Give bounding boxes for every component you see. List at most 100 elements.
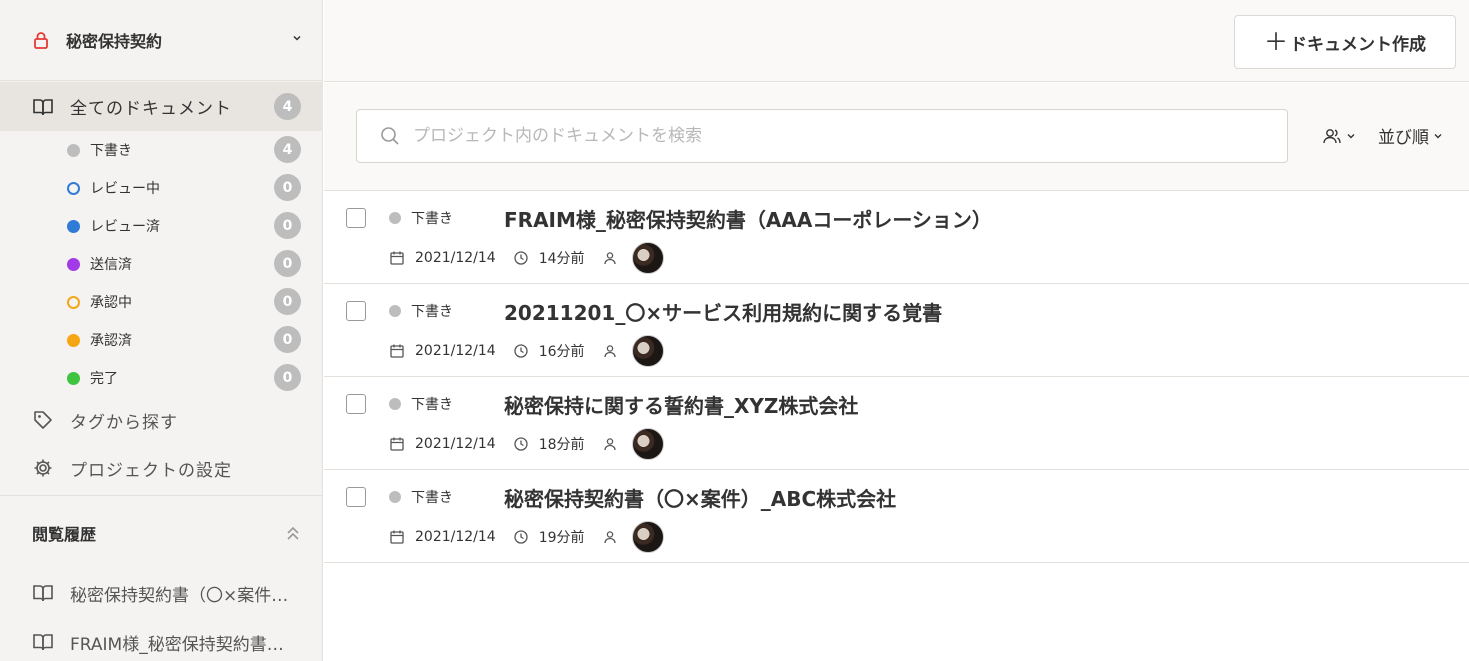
- project-name: 秘密保持契約: [66, 32, 163, 51]
- status-dot: [67, 143, 80, 157]
- book-open-icon: [33, 585, 53, 602]
- chevrons-up-icon[interactable]: [284, 524, 302, 542]
- chevron-down-icon: [1347, 134, 1355, 139]
- calendar-icon: [390, 251, 404, 265]
- book-open-icon: [33, 634, 53, 651]
- history-item-label: FRAIM様_秘密保持契約書（AAAコーポレーション）: [70, 634, 295, 655]
- lock-icon: [34, 32, 48, 49]
- sidebar-item-all-documents[interactable]: 全てのドキュメント 4: [0, 82, 323, 131]
- status-filter-approving[interactable]: 承認中 0: [0, 283, 323, 321]
- clock-icon: [514, 529, 528, 544]
- row-checkbox[interactable]: [346, 301, 366, 321]
- search-box[interactable]: [356, 109, 1288, 163]
- search-icon: [381, 127, 399, 145]
- avatar[interactable]: [631, 334, 664, 367]
- status-label: レビュー済: [90, 219, 160, 235]
- document-list: 下書き FRAIM様_秘密保持契約書（AAAコーポレーション） 2021/12/…: [324, 191, 1469, 563]
- avatar[interactable]: [631, 427, 664, 460]
- document-meta: 2021/12/14 19分前: [389, 520, 664, 553]
- document-title[interactable]: 20211201_〇×サービス利用規約に関する覚書: [504, 297, 942, 326]
- history-item[interactable]: FRAIM様_秘密保持契約書（AAAコーポレーション）: [32, 627, 302, 657]
- status-filter-approved[interactable]: 承認済 0: [0, 321, 323, 359]
- sidebar-item-label: 全てのドキュメント: [70, 99, 232, 119]
- sidebar-item-label: プロジェクトの設定: [70, 460, 232, 481]
- status-label: 送信済: [90, 257, 132, 273]
- project-selector[interactable]: 秘密保持契約: [0, 0, 323, 81]
- status-filter-sent[interactable]: 送信済 0: [0, 245, 323, 283]
- document-meta: 2021/12/14 14分前: [389, 241, 664, 274]
- users-icon: [1323, 129, 1341, 144]
- row-checkbox[interactable]: [346, 487, 366, 507]
- status-label: 下書き: [411, 211, 453, 227]
- document-row[interactable]: 下書き FRAIM様_秘密保持契約書（AAAコーポレーション） 2021/12/…: [324, 191, 1469, 284]
- user-icon: [603, 344, 616, 357]
- plus-icon: ＋: [1264, 28, 1288, 56]
- status-label: 下書き: [411, 490, 453, 506]
- document-row[interactable]: 下書き 20211201_〇×サービス利用規約に関する覚書 2021/12/14…: [324, 284, 1469, 377]
- divider: [0, 495, 323, 496]
- count-badge: 4: [274, 93, 301, 120]
- status-dot: [389, 491, 401, 503]
- member-filter-button[interactable]: [1322, 126, 1356, 146]
- create-document-label: ドキュメント作成: [1290, 34, 1426, 55]
- document-title[interactable]: 秘密保持契約書（〇×案件）_ABC株式会社: [504, 483, 896, 512]
- status-label: 完了: [90, 371, 118, 387]
- document-row[interactable]: 下書き 秘密保持に関する誓約書_XYZ株式会社 2021/12/14 18分前: [324, 377, 1469, 470]
- book-open-icon: [33, 98, 53, 115]
- document-meta: 2021/12/14 16分前: [389, 334, 664, 367]
- status-filter-reviewed[interactable]: レビュー済 0: [0, 207, 323, 245]
- tag-icon: [34, 411, 52, 429]
- count-badge: 4: [274, 136, 301, 163]
- sidebar-item-project-settings[interactable]: プロジェクトの設定: [0, 445, 323, 491]
- document-updated: 16分前: [538, 343, 585, 360]
- status-filter-draft[interactable]: 下書き 4: [0, 131, 323, 169]
- count-badge: 0: [274, 174, 301, 201]
- document-updated: 18分前: [538, 436, 585, 453]
- document-row[interactable]: 下書き 秘密保持契約書（〇×案件）_ABC株式会社 2021/12/14 19分…: [324, 470, 1469, 563]
- search-bar: 並び順: [324, 83, 1469, 191]
- sidebar-item-tags[interactable]: タグから探す: [0, 397, 323, 443]
- status-badge: 下書き: [389, 301, 453, 321]
- status-label: 承認中: [90, 295, 132, 311]
- document-title[interactable]: FRAIM様_秘密保持契約書（AAAコーポレーション）: [504, 204, 992, 233]
- count-badge: 0: [274, 364, 301, 391]
- status-label: 下書き: [411, 304, 453, 320]
- sort-button[interactable]: 並び順: [1378, 123, 1443, 148]
- status-badge: 下書き: [389, 487, 453, 507]
- user-icon: [603, 530, 616, 543]
- avatar[interactable]: [631, 520, 664, 553]
- sort-label: 並び順: [1378, 128, 1429, 148]
- status-filter-complete[interactable]: 完了 0: [0, 359, 323, 397]
- sidebar: 秘密保持契約 全てのドキュメント 4 下書き 4 レビュー中 0 レビュー済 0: [0, 0, 323, 661]
- status-dot: [67, 181, 80, 195]
- status-dot: [67, 295, 80, 309]
- row-checkbox[interactable]: [346, 208, 366, 228]
- avatar[interactable]: [631, 241, 664, 274]
- status-label: 下書き: [90, 143, 132, 159]
- status-dot: [67, 371, 80, 385]
- count-badge: 0: [274, 288, 301, 315]
- search-input[interactable]: [413, 126, 1273, 146]
- row-checkbox[interactable]: [346, 394, 366, 414]
- chevron-down-icon[interactable]: [291, 32, 303, 44]
- status-label: レビュー中: [90, 181, 160, 197]
- user-icon: [603, 437, 616, 450]
- clock-icon: [514, 343, 528, 358]
- status-dot: [389, 398, 401, 410]
- status-label: 承認済: [90, 333, 132, 349]
- document-date: 2021/12/14: [415, 528, 496, 545]
- gear-icon: [34, 459, 52, 477]
- clock-icon: [514, 250, 528, 265]
- status-dot: [389, 212, 401, 224]
- count-badge: 0: [274, 250, 301, 277]
- count-badge: 0: [274, 212, 301, 239]
- sidebar-item-label: タグから探す: [70, 412, 178, 433]
- count-badge: 0: [274, 326, 301, 353]
- document-meta: 2021/12/14 18分前: [389, 427, 664, 460]
- status-filter-in-review[interactable]: レビュー中 0: [0, 169, 323, 207]
- create-document-button[interactable]: ＋ ドキュメント作成: [1234, 15, 1456, 69]
- document-updated: 19分前: [538, 529, 585, 546]
- document-date: 2021/12/14: [415, 342, 496, 359]
- document-title[interactable]: 秘密保持に関する誓約書_XYZ株式会社: [504, 390, 858, 419]
- history-item[interactable]: 秘密保持契約書（〇×案件）_ABC株式会社: [32, 578, 302, 608]
